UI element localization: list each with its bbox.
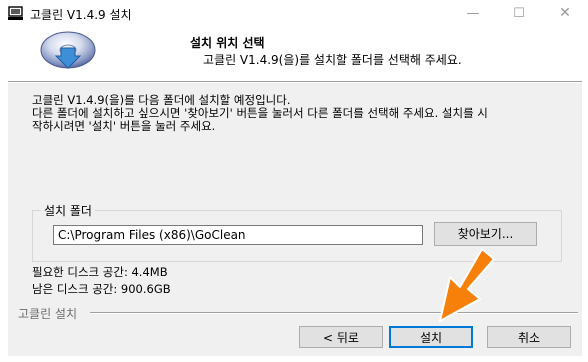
header-banner: 설치 위치 선택 고클린 V1.4.9(을)를 설치할 폴더를 선택해 주세요.	[8, 27, 582, 81]
title-bar: 고클린 V1.4.9 설치 — ☐ ✕	[0, 0, 588, 27]
install-folder-label: 설치 폴더	[41, 202, 95, 219]
installer-app-icon	[8, 6, 23, 20]
orange-arrow-icon	[439, 248, 495, 322]
header-subtitle: 고클린 V1.4.9(을)를 설치할 폴더를 선택해 주세요.	[203, 53, 462, 67]
cancel-button[interactable]: 취소	[487, 326, 571, 348]
description-text: 고클린 V1.4.9(을)를 다음 폴더에 설치할 예정입니다. 다른 폴더에 …	[32, 94, 562, 133]
install-disk-icon	[40, 31, 96, 69]
brand-label: 고클린 설치	[18, 307, 78, 321]
description-line: 작하시려면 '설치' 버튼을 눌러 주세요.	[32, 119, 216, 133]
install-button[interactable]: 설치	[389, 326, 473, 348]
window-title: 고클린 V1.4.9 설치	[30, 8, 132, 22]
header-title: 설치 위치 선택	[190, 36, 265, 50]
required-space-text: 필요한 디스크 공간: 4.4MB	[32, 265, 168, 279]
browse-button[interactable]: 찾아보기...	[434, 222, 537, 246]
close-button[interactable]: ✕	[542, 0, 588, 27]
install-folder-input[interactable]	[53, 225, 423, 245]
minimize-button[interactable]: —	[450, 0, 496, 27]
maximize-button[interactable]: ☐	[496, 0, 542, 27]
available-space-text: 남은 디스크 공간: 900.6GB	[32, 282, 171, 296]
footer-divider-highlight	[90, 313, 578, 314]
back-button[interactable]: < 뒤로	[299, 326, 383, 348]
